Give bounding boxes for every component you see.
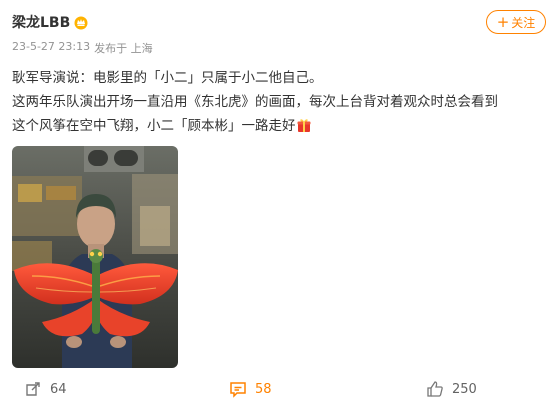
post-line: 这个风筝在空中飞翔，小二「顾本彬」一路走好 bbox=[12, 114, 548, 138]
post-line: 这两年乐队演出开场一直沿用《东北虎》的画面，每次上台背对着观众时总会看到 bbox=[12, 94, 498, 110]
repost-count: 64 bbox=[50, 381, 67, 397]
gift-icon bbox=[297, 119, 310, 132]
author-name-text[interactable]: 梁龙LBB bbox=[12, 12, 70, 32]
crown-badge-icon bbox=[74, 16, 88, 30]
post-line: 耿军导演说：电影里的「小二」只属于小二他自己。 bbox=[12, 70, 323, 86]
action-bar: 64 58 250 bbox=[0, 374, 560, 406]
author-name[interactable]: 梁龙LBB bbox=[12, 12, 89, 32]
follow-button[interactable]: + 关注 bbox=[486, 10, 546, 34]
post-header: 梁龙LBB 23-5-27 23:13 发布于 上海 + 关注 bbox=[12, 10, 548, 60]
post-location: 发布于 上海 bbox=[94, 42, 153, 55]
comment-icon bbox=[230, 382, 246, 398]
repost-button[interactable]: 64 bbox=[24, 380, 67, 398]
plus-icon: + bbox=[496, 12, 510, 31]
thumbs-up-icon bbox=[427, 381, 443, 397]
repost-icon bbox=[26, 382, 40, 396]
post-text: 耿军导演说：电影里的「小二」只属于小二他自己。 这两年乐队演出开场一直沿用《东北… bbox=[12, 66, 548, 138]
follow-label: 关注 bbox=[511, 15, 536, 30]
post-time[interactable]: 23-5-27 23:13 bbox=[12, 40, 90, 56]
like-button[interactable]: 250 bbox=[426, 380, 477, 398]
like-count: 250 bbox=[452, 381, 477, 397]
photo-kite-man bbox=[12, 146, 178, 368]
post-line-text: 这个风筝在空中飞翔，小二「顾本彬」一路走好 bbox=[12, 118, 296, 134]
post-meta: 23-5-27 23:13 发布于 上海 bbox=[12, 40, 153, 56]
comment-button[interactable]: 58 bbox=[229, 380, 272, 398]
post-photo[interactable] bbox=[12, 146, 178, 368]
comment-count: 58 bbox=[255, 381, 272, 397]
